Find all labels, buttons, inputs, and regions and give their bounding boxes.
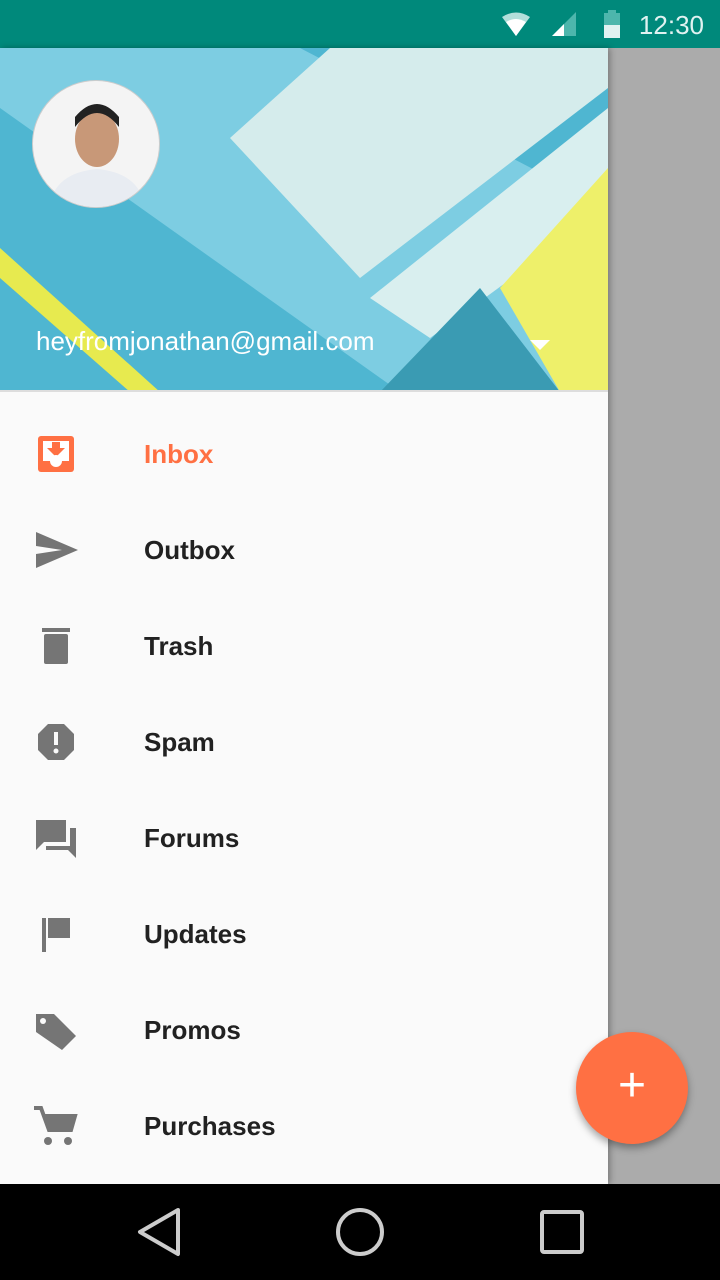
- drawer-menu: Inbox Outbox Trash Spam Forums Updates P…: [0, 406, 608, 1174]
- account-header: heyfromjonathan@gmail.com: [0, 48, 608, 392]
- home-icon[interactable]: [334, 1206, 386, 1258]
- menu-item-inbox[interactable]: Inbox: [0, 406, 608, 502]
- account-email: heyfromjonathan@gmail.com: [36, 326, 375, 356]
- menu-item-spam[interactable]: Spam: [0, 694, 608, 790]
- menu-item-outbox[interactable]: Outbox: [0, 502, 608, 598]
- compose-fab[interactable]: +: [576, 1032, 688, 1144]
- avatar[interactable]: [32, 80, 160, 208]
- scrim[interactable]: [608, 48, 720, 1184]
- inbox-icon: [38, 436, 74, 472]
- recents-icon[interactable]: [538, 1208, 586, 1256]
- tag-icon: [36, 1014, 76, 1050]
- menu-item-promos[interactable]: Promos: [0, 982, 608, 1078]
- status-bar: 12:30: [0, 0, 720, 48]
- system-nav-bar: [0, 1184, 720, 1280]
- send-icon: [36, 532, 78, 568]
- report-icon: [38, 724, 74, 760]
- wifi-icon: [502, 12, 530, 36]
- cart-icon: [34, 1106, 78, 1145]
- battery-icon: [604, 10, 620, 38]
- signal-icon: [552, 12, 576, 36]
- forum-icon: [36, 820, 76, 858]
- back-icon[interactable]: [136, 1206, 184, 1258]
- flag-icon: [42, 918, 70, 952]
- account-dropdown-icon[interactable]: [530, 340, 550, 350]
- menu-item-forums[interactable]: Forums: [0, 790, 608, 886]
- trash-icon: [42, 628, 70, 664]
- menu-item-purchases[interactable]: Purchases: [0, 1078, 608, 1174]
- navigation-drawer: heyfromjonathan@gmail.com Inbox Outbox T…: [0, 48, 608, 1184]
- menu-item-trash[interactable]: Trash: [0, 598, 608, 694]
- clock: 12:30: [638, 10, 704, 40]
- menu-item-updates[interactable]: Updates: [0, 886, 608, 982]
